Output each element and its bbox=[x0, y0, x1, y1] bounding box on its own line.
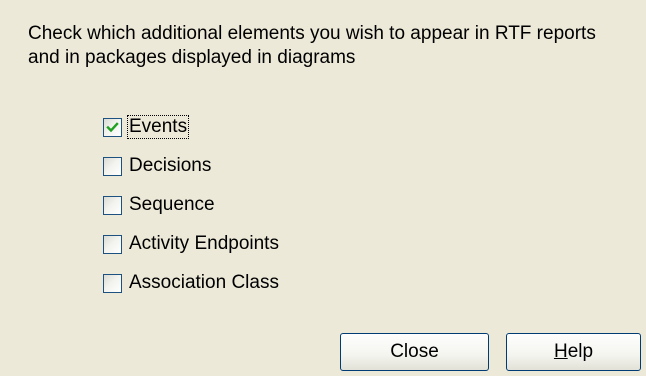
option-events[interactable]: Events bbox=[103, 114, 281, 140]
option-association-class[interactable]: Association Class bbox=[103, 270, 281, 296]
options-dialog: Check which additional elements you wish… bbox=[0, 0, 646, 376]
activity-endpoints-label: Activity Endpoints bbox=[129, 233, 279, 254]
element-options-list: Events Decisions Sequence Activity Endpo… bbox=[103, 114, 281, 309]
events-checkbox[interactable] bbox=[103, 117, 122, 137]
decisions-checkbox[interactable] bbox=[103, 156, 122, 176]
sequence-checkbox[interactable] bbox=[103, 195, 122, 215]
decisions-label: Decisions bbox=[129, 155, 212, 176]
description-text: Check which additional elements you wish… bbox=[28, 23, 596, 68]
option-decisions[interactable]: Decisions bbox=[103, 153, 281, 179]
activity-endpoints-checkbox[interactable] bbox=[103, 234, 122, 254]
association-class-checkbox[interactable] bbox=[103, 273, 122, 293]
close-button-label: Close bbox=[390, 341, 439, 362]
option-sequence[interactable]: Sequence bbox=[103, 192, 281, 218]
help-mnemonic: H bbox=[553, 341, 568, 362]
checkmark-icon bbox=[106, 121, 119, 132]
sequence-label: Sequence bbox=[129, 194, 215, 215]
association-class-label: Association Class bbox=[129, 272, 279, 293]
help-button-label: elp bbox=[567, 341, 594, 362]
events-label: Events bbox=[127, 115, 190, 139]
option-activity-endpoints[interactable]: Activity Endpoints bbox=[103, 231, 281, 257]
close-button[interactable]: Close bbox=[340, 333, 489, 371]
help-button[interactable]: Help bbox=[506, 333, 641, 371]
